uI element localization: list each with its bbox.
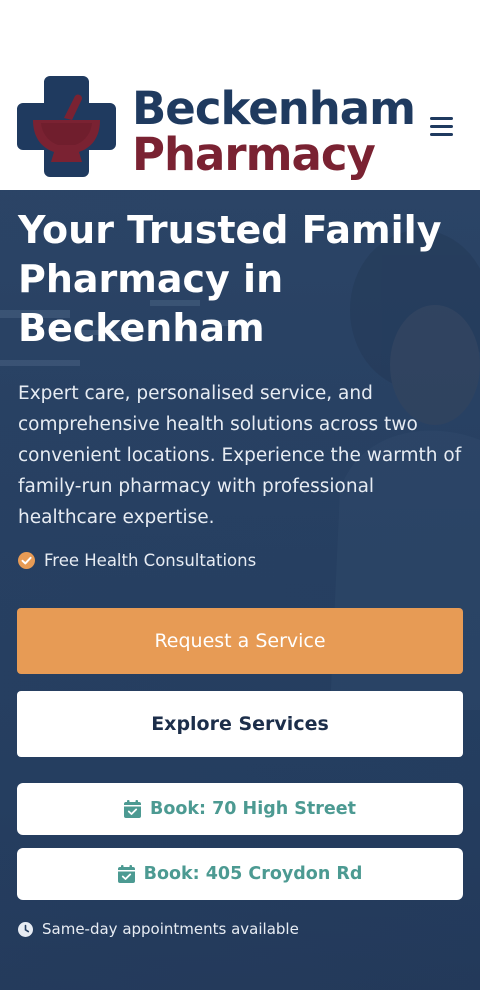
clock-icon bbox=[18, 921, 33, 937]
explore-services-label: Explore Services bbox=[151, 713, 329, 735]
brand-name-line1: Beckenham bbox=[132, 82, 416, 135]
book-croydon-rd-label: Book: 405 Croydon Rd bbox=[143, 864, 363, 884]
brand-name-line2: Pharmacy bbox=[132, 128, 376, 181]
feature-text: Free Health Consultations bbox=[44, 550, 257, 570]
mortar-and-pestle-cross-icon[interactable] bbox=[17, 76, 116, 177]
hero-description: Expert care, personalised service, and c… bbox=[18, 383, 462, 528]
book-croydon-rd-button[interactable]: Book: 405 Croydon Rd bbox=[17, 848, 463, 900]
calendar-check-icon bbox=[117, 865, 135, 883]
check-circle-icon bbox=[18, 551, 35, 569]
feature-item: Free Health Consultations bbox=[18, 549, 256, 571]
request-service-label: Request a Service bbox=[154, 630, 326, 652]
hero-title: Your Trusted Family Pharmacy in Beckenha… bbox=[18, 208, 442, 350]
hero-section: Your Trusted Family Pharmacy in Beckenha… bbox=[0, 190, 480, 990]
same-day-note-text: Same-day appointments available bbox=[42, 920, 299, 938]
site-header: Beckenham Pharmacy bbox=[0, 0, 480, 190]
same-day-note: Same-day appointments available bbox=[18, 919, 299, 939]
book-high-street-button[interactable]: Book: 70 High Street bbox=[17, 783, 463, 835]
calendar-check-icon bbox=[124, 800, 141, 818]
explore-services-button[interactable]: Explore Services bbox=[17, 691, 463, 757]
request-service-button[interactable]: Request a Service bbox=[17, 608, 463, 674]
hamburger-menu-icon[interactable] bbox=[428, 114, 456, 140]
book-high-street-label: Book: 70 High Street bbox=[150, 799, 356, 819]
